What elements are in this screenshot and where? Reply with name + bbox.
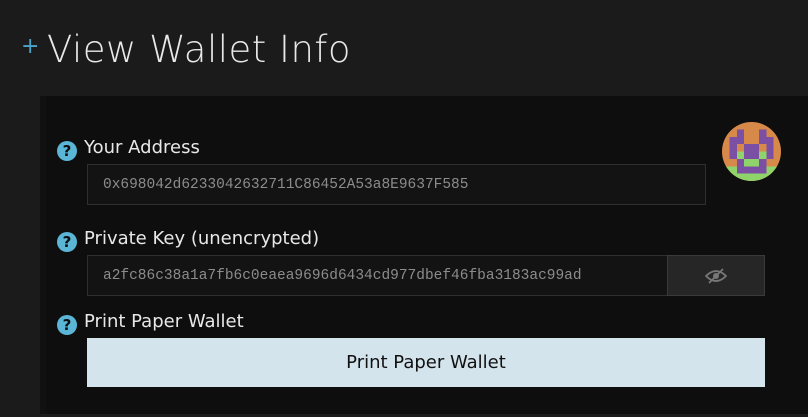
page-title: View Wallet Info [47, 28, 352, 71]
identicon-icon [722, 122, 781, 181]
identicon-avatar [722, 122, 781, 181]
address-field[interactable]: 0x698042d6233042632711C86452A53a8E9637F5… [87, 164, 706, 205]
plus-icon[interactable]: + [21, 36, 39, 58]
private-key-help-icon[interactable]: ? [57, 232, 77, 252]
private-key-label: Private Key (unencrypted) [84, 228, 320, 249]
paper-wallet-help-icon[interactable]: ? [57, 315, 77, 335]
address-help-icon[interactable]: ? [57, 141, 77, 161]
print-paper-wallet-button[interactable]: Print Paper Wallet [87, 338, 765, 387]
paper-wallet-label: Print Paper Wallet [84, 311, 244, 332]
page-header: + View Wallet Info [0, 0, 808, 95]
toggle-visibility-button[interactable] [667, 255, 765, 296]
eye-slash-icon [705, 267, 727, 284]
private-key-field[interactable]: a2fc86c38a1a7fb6c0eaea9696d6434cd977dbef… [87, 255, 668, 296]
address-label: Your Address [84, 137, 200, 158]
